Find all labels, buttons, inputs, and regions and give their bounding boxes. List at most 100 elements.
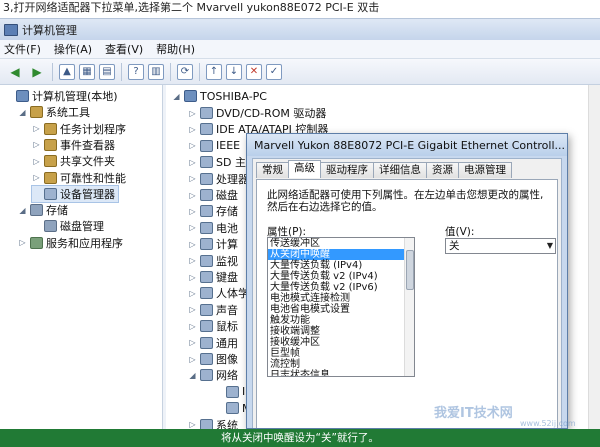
- dialog-tabs: 常规 高级 驱动程序 详细信息 资源 电源管理: [256, 160, 512, 179]
- tab-details[interactable]: 详细信息: [373, 162, 427, 178]
- property-listbox[interactable]: 传送缓冲区 从关闭中唤醒 大量传送负载 (IPv4) 大量传送负载 v2 (IPv4)…: [267, 237, 415, 377]
- property-list-item[interactable]: 巨型帧: [268, 348, 414, 359]
- device-category[interactable]: ▷ 通用: [188, 335, 238, 351]
- tree-item[interactable]: ◢ 存储: [18, 202, 68, 218]
- tree-expander-icon[interactable]: ▷: [188, 191, 197, 200]
- help-icon[interactable]: ?: [128, 63, 144, 80]
- tree-expander-icon[interactable]: ▷: [32, 173, 41, 182]
- tree-item[interactable]: ▷ 服务和应用程序: [18, 235, 123, 251]
- device-category[interactable]: ▷ 电池: [188, 220, 238, 236]
- tree-expander-icon[interactable]: ▷: [188, 158, 197, 167]
- property-list-item[interactable]: 大量传送负载 v2 (IPv4): [268, 271, 414, 282]
- enable-device-icon[interactable]: ✓: [266, 63, 282, 80]
- property-list-item[interactable]: 日志状态信息: [268, 370, 414, 376]
- device-category[interactable]: ▷ 计算: [188, 236, 238, 252]
- tree-expander-icon[interactable]: ▷: [18, 238, 27, 247]
- tree-item[interactable]: ◢ 系统工具: [18, 104, 90, 120]
- menu-action[interactable]: 操作(A): [54, 41, 92, 57]
- menu-view[interactable]: 查看(V): [105, 41, 143, 57]
- tree-expander-icon[interactable]: ▷: [188, 223, 197, 232]
- tree-expander-icon[interactable]: ▷: [32, 157, 41, 166]
- tree-expander-icon[interactable]: ▷: [188, 322, 197, 331]
- bottom-caption: 将从关闭中唤醒设为“关”就行了。: [0, 429, 600, 447]
- property-list-item[interactable]: 流控制: [268, 359, 414, 370]
- property-list-item[interactable]: 接收缓冲区: [268, 337, 414, 348]
- tree-expander-icon[interactable]: ▷: [32, 124, 41, 133]
- device-tree-root[interactable]: ◢ TOSHIBA-PC: [172, 88, 267, 104]
- tree-expander-icon[interactable]: ▷: [188, 256, 197, 265]
- tree-expander-icon[interactable]: ▷: [188, 289, 197, 298]
- tree-expander-icon[interactable]: ▷: [188, 141, 197, 150]
- property-list-item[interactable]: 大量传送负载 v2 (IPv6): [268, 282, 414, 293]
- tree-expander-icon[interactable]: ◢: [172, 92, 181, 101]
- tab-power-management[interactable]: 电源管理: [458, 162, 512, 178]
- update-driver-icon[interactable]: ↑: [206, 63, 222, 80]
- tree-item[interactable]: ▷ 事件查看器: [32, 137, 115, 153]
- property-list-item[interactable]: 大量传送负载 (IPv4): [268, 260, 414, 271]
- device-icon: [200, 221, 213, 234]
- tab-general[interactable]: 常规: [256, 162, 289, 178]
- tree-expander-icon[interactable]: ▷: [188, 355, 197, 364]
- device-category[interactable]: ▷ 系统: [188, 417, 238, 429]
- tree-item-label: 存储: [46, 204, 68, 218]
- tree-expander-icon[interactable]: ▷: [188, 240, 197, 249]
- property-list-item[interactable]: 触发功能: [268, 315, 414, 326]
- view-icon[interactable]: ▥: [148, 63, 164, 80]
- tree-expander-icon[interactable]: ◢: [188, 371, 197, 380]
- tree-expander-icon[interactable]: ▷: [188, 338, 197, 347]
- tree-item[interactable]: ▷ 共享文件夹: [32, 153, 115, 169]
- show-hide-tree-icon[interactable]: ▦: [79, 63, 95, 80]
- device-category[interactable]: ▷ 图像: [188, 351, 238, 367]
- menu-help[interactable]: 帮助(H): [156, 41, 195, 57]
- chevron-down-icon[interactable]: ▼: [547, 239, 553, 253]
- device-category[interactable]: ▷ DVD/CD-ROM 驱动器: [188, 105, 326, 121]
- tree-expander-icon[interactable]: ▷: [188, 109, 197, 118]
- tab-advanced[interactable]: 高级: [288, 160, 321, 178]
- property-list-scrollbar[interactable]: [404, 238, 414, 376]
- device-category[interactable]: ▷ 磁盘: [188, 187, 238, 203]
- tree-expander-icon[interactable]: ▷: [188, 305, 197, 314]
- tab-driver[interactable]: 驱动程序: [320, 162, 374, 178]
- disable-device-icon[interactable]: ↓: [226, 63, 242, 80]
- device-category[interactable]: ▷ 声音: [188, 302, 238, 318]
- back-arrow-icon[interactable]: ◀: [6, 63, 24, 81]
- device-category[interactable]: ▷ SD 主: [188, 154, 246, 170]
- tree-expander-icon[interactable]: ◢: [18, 206, 27, 215]
- device-category[interactable]: ▷ 人体学: [188, 285, 249, 301]
- device-category[interactable]: ▷ 处理器: [188, 171, 249, 187]
- device-category[interactable]: ▷ 键盘: [188, 269, 238, 285]
- device-root-label: TOSHIBA-PC: [200, 89, 267, 103]
- device-pane-scrollbar[interactable]: [588, 85, 600, 429]
- property-list-item[interactable]: 电池模式连接检测: [268, 293, 414, 304]
- property-list-scroll-thumb[interactable]: [406, 250, 414, 290]
- device-category[interactable]: ▷ IEEE: [188, 138, 240, 154]
- tree-expander-icon[interactable]: ▷: [32, 140, 41, 149]
- tree-item[interactable]: ▷ 可靠性和性能: [32, 170, 126, 186]
- tree-item[interactable]: ▷ 任务计划程序: [32, 121, 126, 137]
- value-dropdown[interactable]: 关 ▼: [445, 238, 556, 254]
- tree-expander-icon[interactable]: ▷: [188, 174, 197, 183]
- property-list-item[interactable]: 接收端调整: [268, 326, 414, 337]
- property-list-item[interactable]: 从关闭中唤醒: [268, 249, 414, 260]
- tree-expander-icon[interactable]: ▷: [188, 420, 197, 429]
- property-list-item[interactable]: 电池省电模式设置: [268, 304, 414, 315]
- device-category[interactable]: ▷ 鼠标: [188, 318, 238, 334]
- tree-expander-icon[interactable]: ▷: [188, 273, 197, 282]
- properties-icon[interactable]: ▤: [99, 63, 115, 80]
- tree-item[interactable]: 计算机管理(本地): [4, 88, 118, 104]
- forward-arrow-icon[interactable]: ▶: [28, 63, 46, 81]
- tree-expander-icon[interactable]: ◢: [18, 108, 27, 117]
- device-category[interactable]: ▷ 监视: [188, 253, 238, 269]
- tree-item[interactable]: 设备管理器: [31, 184, 119, 203]
- uninstall-device-icon[interactable]: ✕: [246, 63, 262, 80]
- up-folder-icon[interactable]: ▲: [59, 63, 75, 80]
- tree-item[interactable]: 磁盘管理: [32, 218, 104, 234]
- tree-expander-icon[interactable]: ▷: [188, 125, 197, 134]
- scan-hardware-icon[interactable]: ⟳: [177, 63, 193, 80]
- device-category[interactable]: ▷ 存储: [188, 203, 238, 219]
- device-category[interactable]: ◢ 网络: [188, 367, 238, 383]
- property-list-item[interactable]: 传送缓冲区: [268, 238, 414, 249]
- tree-expander-icon[interactable]: ▷: [188, 207, 197, 216]
- tab-resources[interactable]: 资源: [426, 162, 459, 178]
- menu-file[interactable]: 文件(F): [4, 41, 41, 57]
